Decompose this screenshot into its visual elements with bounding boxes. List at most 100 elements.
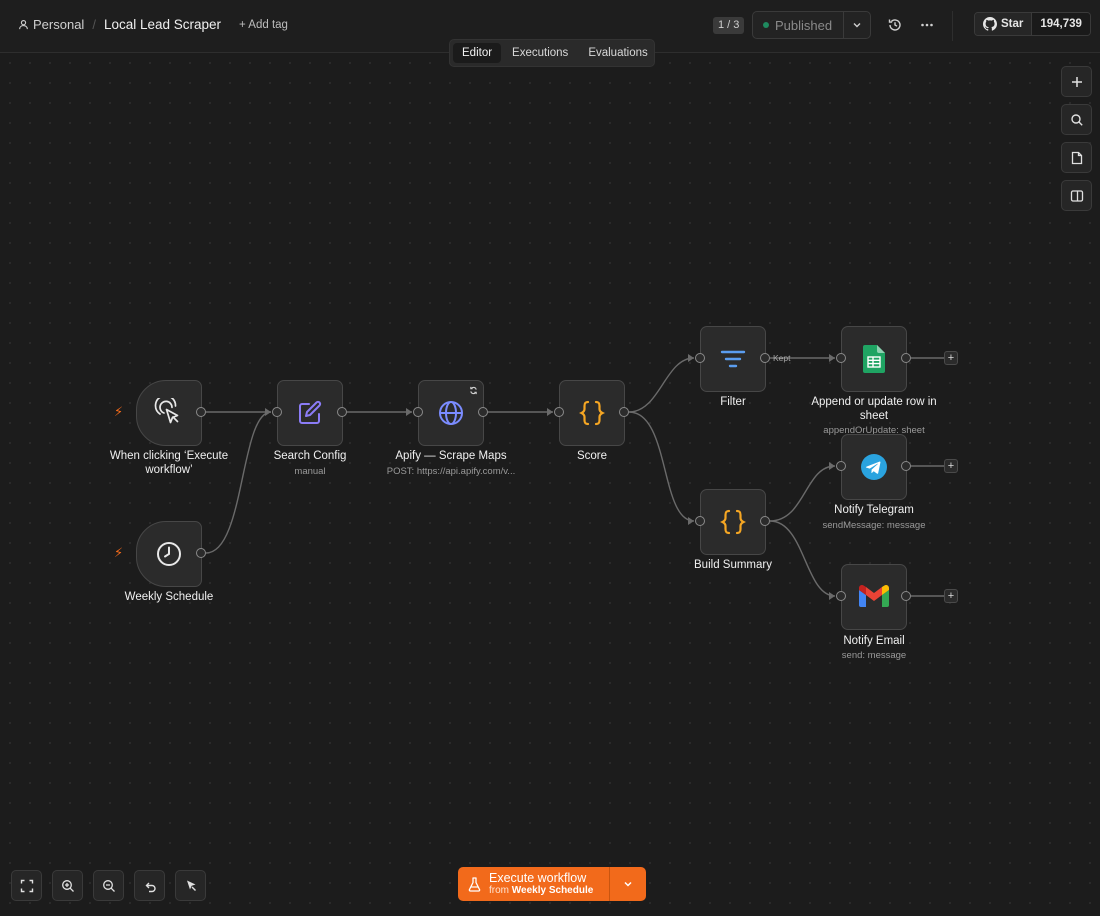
zoom-out-button[interactable]: [93, 870, 124, 901]
input-port[interactable]: [695, 516, 705, 526]
add-next-node-button[interactable]: +: [944, 351, 958, 365]
output-port[interactable]: [901, 591, 911, 601]
output-port[interactable]: [619, 407, 629, 417]
add-tag-button[interactable]: + Add tag: [239, 19, 288, 31]
github-star-widget[interactable]: Star 194,739: [974, 12, 1091, 36]
output-port[interactable]: [337, 407, 347, 417]
output-port[interactable]: [901, 461, 911, 471]
zoom-in-icon: [61, 879, 74, 892]
zoom-in-button[interactable]: [52, 870, 83, 901]
globe-icon: [439, 401, 463, 425]
sticky-note-button[interactable]: [1061, 142, 1092, 173]
output-port[interactable]: [901, 353, 911, 363]
edit-icon: [299, 400, 322, 424]
chevron-down-icon: [853, 23, 861, 28]
tab-editor[interactable]: Editor: [453, 43, 502, 63]
search-nodes-button[interactable]: [1061, 104, 1092, 135]
input-port[interactable]: [272, 407, 282, 417]
execute-workflow-button[interactable]: Execute workflow from Weekly Schedule: [458, 867, 610, 901]
select-mode-button[interactable]: [175, 870, 206, 901]
undo-icon: [145, 882, 156, 892]
node-append-sheet[interactable]: [841, 326, 907, 392]
plus-icon: [1071, 76, 1082, 87]
flask-icon: [468, 876, 481, 892]
node-label: Filter: [720, 396, 746, 408]
output-port[interactable]: [760, 516, 770, 526]
input-port[interactable]: [413, 407, 423, 417]
breadcrumb: Personal / Local Lead Scraper + Add tag: [18, 17, 288, 32]
output-port[interactable]: [478, 407, 488, 417]
github-star-count[interactable]: 194,739: [1032, 13, 1090, 35]
trigger-bolt-icon: ⚡: [114, 404, 124, 419]
clock-icon: [157, 542, 181, 566]
workflow-canvas[interactable]: [0, 53, 1100, 916]
code-braces-icon: [720, 509, 746, 535]
breadcrumb-workspace[interactable]: Personal: [18, 17, 84, 32]
version-indicator[interactable]: 1 / 3: [713, 17, 745, 34]
view-tabs: Editor Executions Evaluations: [449, 39, 655, 67]
node-filter[interactable]: [700, 326, 766, 392]
node-label: Weekly Schedule: [124, 591, 214, 603]
status-dot-icon: [763, 22, 769, 28]
input-port[interactable]: [836, 353, 846, 363]
node-subtitle: send: message: [841, 650, 907, 661]
execute-from-text: from Weekly Schedule: [489, 885, 593, 896]
tab-executions[interactable]: Executions: [503, 43, 577, 63]
node-subtitle: sendMessage: message: [822, 520, 926, 531]
add-node-button[interactable]: [1061, 66, 1092, 97]
fit-view-button[interactable]: [11, 870, 42, 901]
gmail-icon: [859, 585, 889, 607]
refresh-icon: [470, 386, 477, 395]
node-build-summary[interactable]: [700, 489, 766, 555]
trigger-bolt-icon: ⚡: [114, 545, 124, 560]
input-port[interactable]: [836, 461, 846, 471]
node-notify-telegram[interactable]: [841, 434, 907, 500]
edge-label-kept: Kept: [773, 353, 791, 363]
node-notify-email[interactable]: [841, 564, 907, 630]
node-manual-trigger[interactable]: [136, 380, 202, 446]
output-port[interactable]: [760, 353, 770, 363]
github-star-label: Star: [1001, 18, 1024, 30]
node-label: Score: [576, 450, 608, 462]
divider: [952, 11, 953, 41]
input-port[interactable]: [836, 591, 846, 601]
zoom-out-icon: [102, 879, 115, 892]
tab-evaluations[interactable]: Evaluations: [579, 43, 656, 63]
execute-from-trigger: Weekly Schedule: [511, 885, 594, 897]
breadcrumb-separator: /: [92, 17, 96, 32]
node-score[interactable]: [559, 380, 625, 446]
history-button[interactable]: [886, 16, 904, 34]
workflow-title[interactable]: Local Lead Scraper: [104, 17, 221, 32]
publish-dropdown-button[interactable]: [844, 20, 870, 30]
input-port[interactable]: [695, 353, 705, 363]
execute-dropdown-button[interactable]: [610, 867, 646, 901]
node-apify-scrape-maps[interactable]: [418, 380, 484, 446]
execute-workflow-label: Execute workflow: [489, 870, 587, 885]
node-label: Append or update row in sheet: [811, 396, 937, 422]
cursor-pointer-icon: [186, 880, 196, 891]
ellipsis-icon: [921, 23, 933, 27]
undo-button[interactable]: [134, 870, 165, 901]
more-options-button[interactable]: [918, 16, 936, 34]
github-star-button[interactable]: Star: [975, 13, 1033, 35]
published-button[interactable]: Published: [753, 12, 844, 38]
publish-status-label: Published: [775, 17, 833, 33]
canvas-right-toolbar: [1061, 66, 1092, 211]
add-next-node-button[interactable]: +: [944, 459, 958, 473]
node-label: Notify Telegram: [834, 504, 914, 516]
output-port[interactable]: [196, 548, 206, 558]
input-port[interactable]: [554, 407, 564, 417]
node-search-config[interactable]: [277, 380, 343, 446]
output-port[interactable]: [196, 407, 206, 417]
filter-icon: [720, 350, 746, 368]
history-icon: [888, 19, 901, 31]
sticky-note-icon: [1071, 151, 1082, 164]
toggle-panel-button[interactable]: [1061, 180, 1092, 211]
add-next-node-button[interactable]: +: [944, 589, 958, 603]
cursor-click-icon: [154, 398, 179, 424]
google-sheets-icon: [863, 345, 885, 373]
fullscreen-icon: [20, 879, 33, 892]
panel-icon: [1070, 189, 1083, 202]
node-weekly-schedule[interactable]: [136, 521, 202, 587]
user-icon: [19, 20, 28, 30]
